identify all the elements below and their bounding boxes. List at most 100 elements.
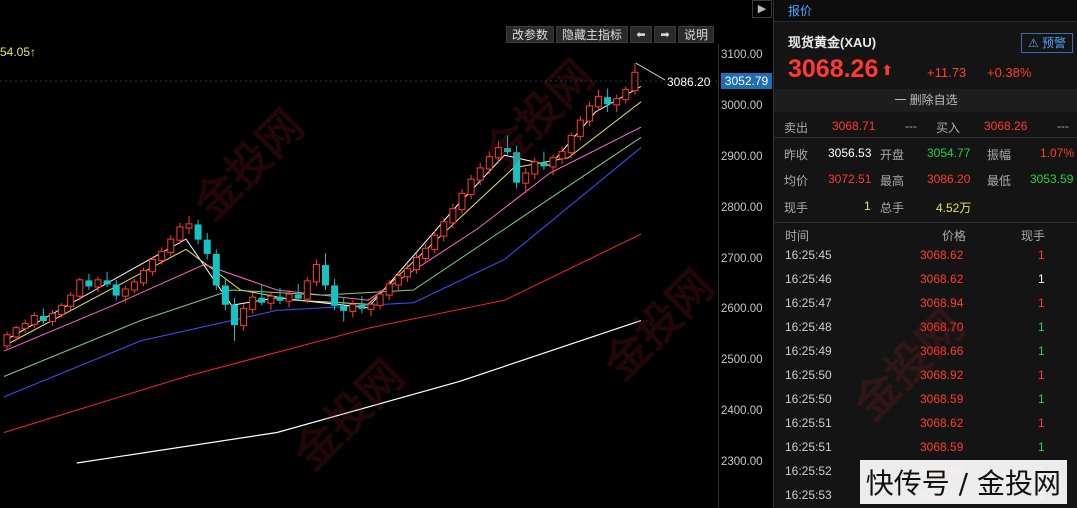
candle [67,292,75,311]
total-hand-label: 总手 [880,201,905,215]
scroll-right-icon[interactable]: ▶ [752,0,772,18]
candle-body [513,152,521,183]
candle-body [403,268,411,278]
trade-price: 3068.92 [920,368,964,382]
candle-body [30,314,38,326]
candle [167,235,175,257]
price-axis-tick: 2400.00 [721,405,763,418]
candle-body [595,96,602,108]
candle-body [94,279,102,288]
candle-body [103,280,111,285]
edit-params-button[interactable]: 改参数 [505,26,554,43]
candle [349,300,357,318]
candle [540,151,548,170]
candle-body [140,270,147,284]
candle-body [67,294,75,307]
price-axis-tick: 2800.00 [721,201,763,214]
candle-body [221,285,229,305]
trade-price: 3068.59 [920,392,964,406]
candle-body [467,178,475,195]
kline-chart[interactable] [0,0,718,508]
candle-body [413,256,420,271]
buy-label: 买入 [936,121,961,135]
alert-button[interactable]: ⚠ 预警 [1021,33,1073,53]
candle-body [440,221,448,237]
trade-time: 16:25:46 [785,272,832,286]
candle-body [494,147,502,159]
price-axis-tick: 2300.00 [721,456,763,468]
candle-body [76,279,84,297]
candle-body [622,89,630,101]
sell-label: 卖出 [784,121,809,135]
panel-tabs: 报价 [774,0,1077,22]
candle [613,94,621,112]
candle-body [631,71,639,92]
candle [476,162,484,186]
candle [376,290,384,310]
candle [203,233,211,260]
trade-row: 16:25:46 3068.62 1 [774,267,1077,291]
candle-body [549,157,557,168]
candle-body [567,134,575,154]
candle-body [540,162,548,167]
help-button[interactable]: 说明 [677,26,714,43]
candle-body [331,285,339,306]
trade-time: 16:25:45 [785,248,832,262]
kline-chart-area[interactable]: ▶ 改参数 隐藏主指标 ⬅ ➡ 说明 54.05↑ 3100.00 3000.00… [0,0,773,508]
avg-label: 均价 [784,174,809,188]
candle [240,304,248,331]
candle [422,244,430,263]
arrow-left-icon[interactable]: ⬅ [629,26,652,43]
candle [158,247,166,265]
candle [485,151,493,175]
trade-row: 16:25:45 3068.62 1 [774,243,1077,267]
candle [312,259,320,286]
arrow-right-icon[interactable]: ➡ [653,26,676,43]
open-label: 开盘 [880,148,905,162]
candle-body [422,247,430,259]
candle-body [585,105,593,122]
candle-body [376,293,384,306]
candle [440,217,448,242]
candle-body [258,297,266,303]
ma-line-ma20 [3,126,642,352]
candle-body [358,304,366,309]
candle-body [576,119,584,137]
price-axis-tick: 3000.00 [721,99,763,112]
candle-body [158,250,166,262]
price-change: +11.73 [927,65,967,80]
trades-time-header: 时间 [785,229,810,243]
caption-overlay: 快传号 / 金投网 [859,460,1067,504]
candle [585,101,593,127]
candle-body [112,284,120,296]
price-axis-tick: 2900.00 [721,150,763,163]
candle-body [349,303,357,312]
candle-body [303,280,311,300]
trade-time: 16:25:51 [785,416,832,430]
candle [85,273,93,291]
candle-body [285,293,293,302]
quote-panel: 报价 现货黄金(XAU) ⚠ 预警 3068.26 ⬆ +11.73 +0.38%… [773,0,1077,508]
hide-main-indicator-button[interactable]: 隐藏主指标 [555,26,628,43]
tab-quote[interactable]: 报价 [788,2,812,19]
trade-row: 16:25:50 3068.59 1 [774,387,1077,411]
candle [194,219,202,245]
buy-volume: --- [1057,119,1069,133]
candle-body [394,275,402,286]
high-price-label: 3086.20 [667,75,711,89]
price-axis-tick: 2700.00 [721,252,763,265]
candle [595,89,602,111]
candle [3,331,11,351]
candle [504,135,511,155]
bid-ask-row: 卖出 3068.71 --- 买入 3068.26 --- [774,113,1077,138]
amplitude-label: 振幅 [987,148,1012,162]
trade-time: 16:25:50 [785,392,832,406]
candle [149,256,157,276]
trade-row: 16:25:50 3068.92 1 [774,363,1077,387]
remove-watchlist-button[interactable]: 一 删除自选 [774,89,1077,112]
high-value: 3086.20 [927,172,971,186]
candle-body [385,283,393,296]
candle-body [12,327,20,338]
candle-body [58,304,66,315]
candle-body [21,323,29,330]
